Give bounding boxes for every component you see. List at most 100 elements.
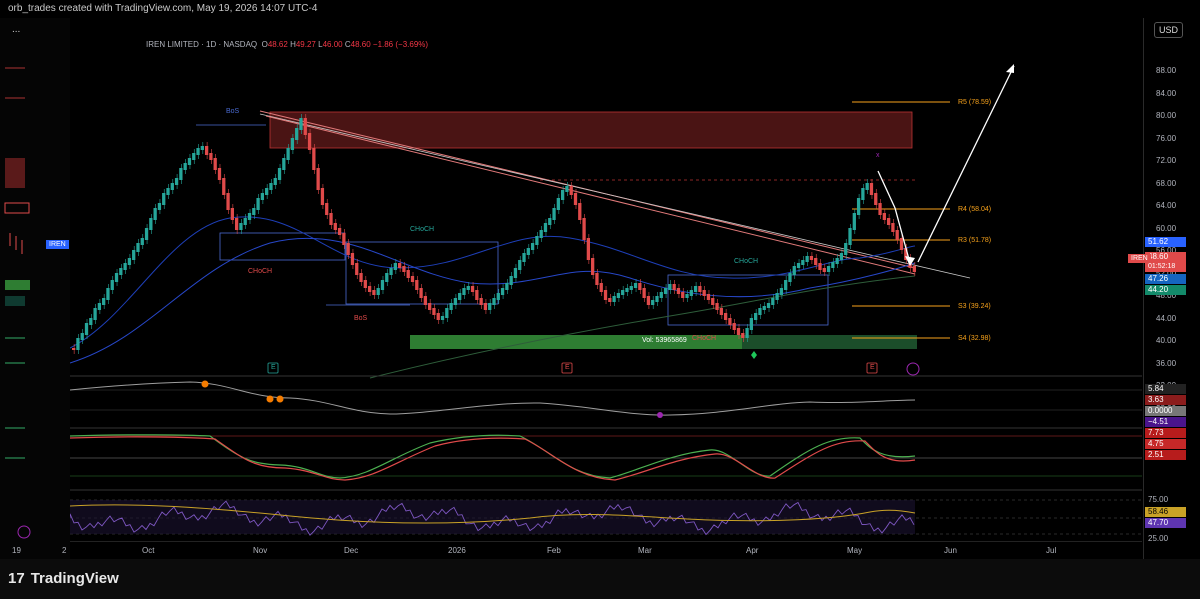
candle (350, 253, 355, 265)
candle (912, 266, 916, 272)
candle (552, 208, 556, 220)
candle (535, 236, 539, 245)
candle (719, 308, 723, 315)
candle (303, 118, 307, 135)
candle (226, 193, 230, 210)
candle (736, 328, 741, 335)
credit-text: orb_trades created with TradingView.com,… (8, 3, 318, 14)
candle (162, 193, 166, 205)
credit-bar: orb_trades created with TradingView.com,… (0, 0, 1200, 18)
candle (878, 203, 882, 215)
main-chart[interactable]: IREN LIMITED · 1D · NASDAQ O48.62 H49.27… (70, 18, 1142, 541)
symbol-name: IREN LIMITED · 1D · NASDAQ (146, 40, 258, 49)
candle (560, 190, 565, 200)
candle (642, 288, 646, 298)
candle (333, 223, 337, 230)
candle (586, 238, 591, 260)
candle (513, 268, 518, 278)
stoch-label-b: 4.75 (1145, 439, 1186, 449)
candle (728, 318, 732, 325)
candle (852, 213, 856, 230)
candle (488, 303, 492, 310)
candle (196, 148, 200, 155)
rsi-label-c: 47.70 (1145, 518, 1186, 528)
candle (655, 296, 659, 302)
candle (187, 158, 192, 165)
candle (599, 283, 603, 292)
candle (458, 293, 462, 300)
candle (500, 288, 505, 295)
candle (788, 273, 792, 282)
close-value: 48.60 (350, 40, 371, 49)
earnings-icon-2[interactable]: E (565, 364, 570, 371)
candle (234, 218, 239, 230)
candle (565, 186, 569, 192)
candle (539, 230, 543, 238)
candle (367, 286, 372, 292)
candle (127, 258, 132, 265)
price-tick: 60.00 (1156, 223, 1177, 233)
candle (891, 223, 895, 232)
candle (856, 198, 861, 215)
pivot-s4: S4 (32.98) (958, 335, 991, 342)
choch-label-1: CHoCH (248, 268, 273, 275)
candle (625, 288, 629, 292)
choch-label-3: CHoCH (734, 258, 759, 265)
candle (578, 203, 582, 220)
price-tick: 80.00 (1156, 111, 1177, 120)
chart-canvas[interactable] (70, 18, 1142, 541)
candle (556, 198, 560, 210)
price-tick: 36.00 (1156, 358, 1177, 368)
candle (273, 178, 277, 185)
pivot-r4: R4 (58.04) (958, 206, 992, 213)
earnings-icon-1[interactable]: E (271, 364, 276, 371)
tradingview-logo[interactable]: 17 TradingView (8, 570, 119, 587)
candle (149, 218, 153, 230)
candle (397, 263, 402, 268)
price-tick: 72.00 (1156, 156, 1177, 165)
candle (337, 228, 342, 235)
candle (282, 158, 286, 170)
candle (801, 260, 805, 265)
tradingview-logo-icon: 17 (8, 570, 25, 587)
choch-label-4: CHoCH (692, 335, 717, 342)
currency-selector[interactable]: USD (1154, 22, 1184, 38)
candle (672, 284, 676, 290)
candle (286, 148, 290, 160)
candle (346, 243, 350, 255)
candle (119, 268, 123, 275)
candle (509, 276, 513, 285)
candle (698, 286, 702, 292)
price-label-blue: 51.62 (1145, 237, 1186, 247)
candle (899, 238, 904, 250)
candle (668, 284, 672, 290)
candle (522, 253, 526, 262)
candle (93, 308, 97, 320)
candle (256, 198, 260, 210)
candle (247, 213, 252, 220)
candle (423, 296, 428, 305)
candle (470, 286, 475, 292)
low-value: 46.00 (322, 40, 343, 49)
candle (835, 258, 839, 264)
high-value: 49.27 (295, 40, 316, 49)
candle (693, 286, 698, 292)
time-axis[interactable]: Oct Nov Dec 2026 Feb Mar Apr May Jun Jul (70, 541, 1142, 560)
mini-date-label-2: 2 (62, 546, 67, 555)
candle (102, 298, 106, 305)
candle (183, 163, 187, 170)
candle (153, 208, 157, 220)
time-label-feb: Feb (547, 546, 561, 555)
mini-ticker-badge: IREN (46, 240, 69, 249)
candle (706, 294, 711, 300)
candle (106, 288, 110, 300)
candle (217, 168, 222, 180)
candle (822, 268, 826, 272)
candle (209, 153, 213, 160)
price-tick: 68.00 (1156, 178, 1177, 188)
ticker-tag: IREN (1128, 254, 1151, 263)
earnings-icon-3[interactable]: E (870, 364, 875, 371)
candle (372, 290, 376, 295)
candle (749, 318, 754, 330)
stoch-label-a: 7.73 (1145, 428, 1186, 438)
